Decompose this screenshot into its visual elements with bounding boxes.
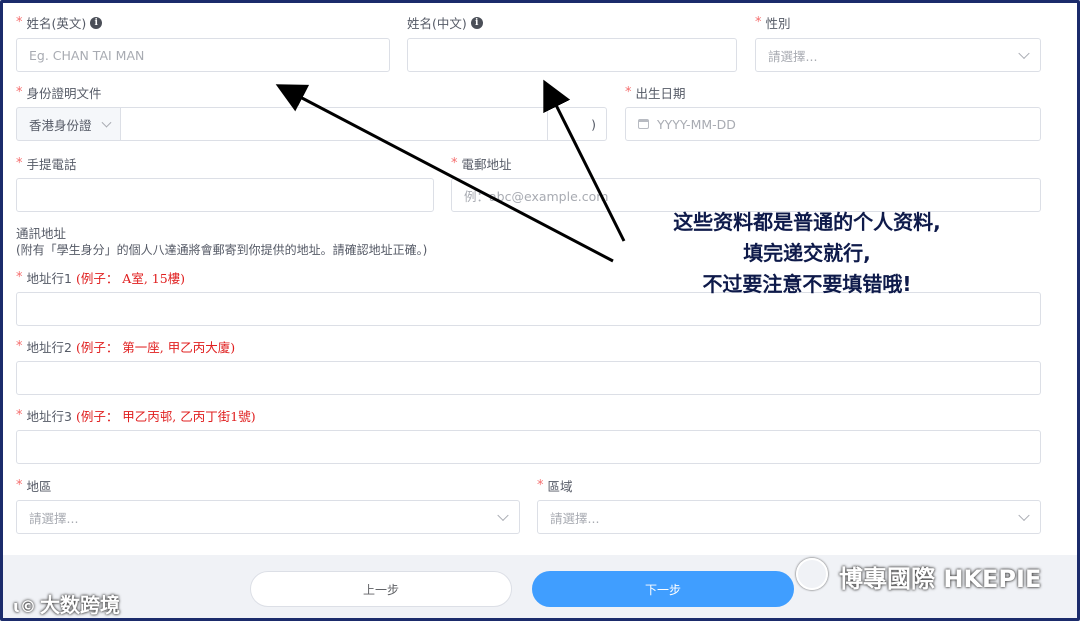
wechat-icon: [796, 558, 828, 590]
watermark-right: 博專國際 HKEPIE: [839, 565, 1042, 593]
annotation-text: 这些资料都是普通的个人资料, 填完递交就行, 不过要注意不要填错哦!: [673, 210, 941, 296]
watermark-left: ɩ© 大数跨境: [13, 593, 121, 617]
arrow-to-name-cn: [543, 79, 626, 242]
arrow-to-name-en: [275, 84, 614, 263]
form-frame: * 姓名(英文) i Eg. CHAN TAI MAN 姓名(中文) i * 性…: [0, 0, 1080, 621]
watermark-logo-icon: ɩ©: [13, 597, 37, 616]
annotation-arrows: [275, 79, 626, 263]
